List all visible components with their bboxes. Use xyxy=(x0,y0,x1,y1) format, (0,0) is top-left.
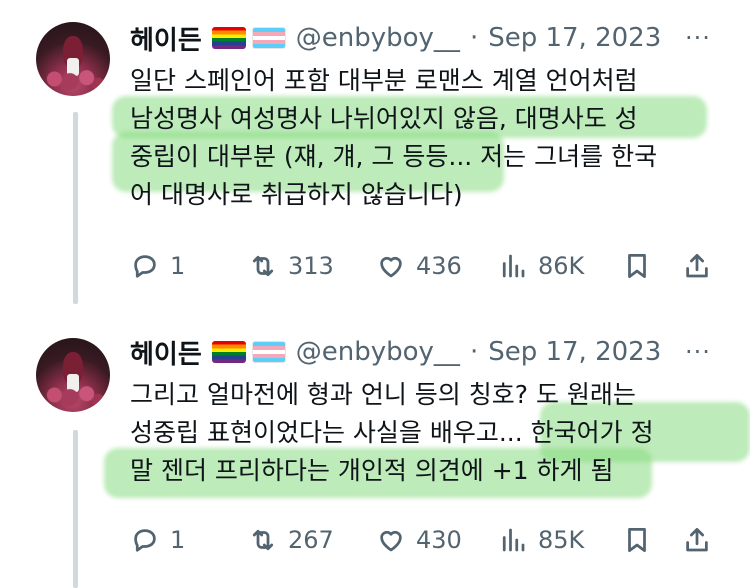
bookmark-icon xyxy=(628,254,646,278)
like-icon xyxy=(380,530,402,552)
bookmark-button[interactable] xyxy=(622,520,652,560)
share-button[interactable] xyxy=(682,520,712,560)
avatar[interactable] xyxy=(36,338,110,412)
retweet-count: 313 xyxy=(288,252,334,280)
views-icon xyxy=(502,254,525,278)
thread-connector xyxy=(73,112,78,304)
tweet-header: 헤이든 @enbyboy__ · Sep 17, 2023 xyxy=(130,18,661,58)
views-button[interactable]: 86K xyxy=(498,246,584,286)
bookmark-button[interactable] xyxy=(622,246,652,286)
pride-flag-icon xyxy=(211,341,246,363)
like-icon xyxy=(380,256,402,278)
trans-flag-icon xyxy=(251,341,286,363)
more-icon[interactable]: ··· xyxy=(678,332,718,372)
like-count: 430 xyxy=(416,526,462,554)
trans-flag-icon xyxy=(251,27,286,49)
tweet-text-line: 성중립 표현이었다는 사실을 배우고... 한국어가 정 xyxy=(130,418,654,447)
profile-flags xyxy=(211,27,286,49)
like-count: 436 xyxy=(416,252,462,280)
avatar[interactable] xyxy=(36,22,110,96)
share-icon xyxy=(686,528,708,552)
profile-flags xyxy=(211,341,286,363)
views-button[interactable]: 85K xyxy=(498,520,584,560)
separator-dot: · xyxy=(469,23,479,53)
views-count: 85K xyxy=(538,526,585,554)
more-icon[interactable]: ··· xyxy=(678,18,718,58)
tweet-text-line: 그리고 얼마전에 형과 언니 등의 칭호? 도 원래는 xyxy=(130,380,636,409)
action-bar: 1 313 436 86K xyxy=(130,246,720,286)
retweet-button[interactable]: 313 xyxy=(248,246,334,286)
tweet-text-line: 어 대명사로 취급하지 않습니다) xyxy=(130,180,463,209)
retweet-count: 267 xyxy=(288,526,334,554)
views-count: 86K xyxy=(538,252,585,280)
author-handle[interactable]: @enbyboy__ xyxy=(296,337,460,367)
retweet-button[interactable]: 267 xyxy=(248,520,334,560)
views-icon xyxy=(502,528,525,552)
reply-icon xyxy=(134,255,156,278)
author-name[interactable]: 헤이든 xyxy=(130,334,202,371)
tweet-text-line: 말 젠더 프리하다는 개인적 의견에 +1 하게 됨 xyxy=(130,456,614,485)
reply-count: 1 xyxy=(170,526,186,554)
tweet-date[interactable]: Sep 17, 2023 xyxy=(488,337,661,367)
action-bar: 1 267 430 85K xyxy=(130,520,720,560)
like-button[interactable]: 430 xyxy=(376,520,462,560)
reply-count: 1 xyxy=(170,252,186,280)
reply-button[interactable]: 1 xyxy=(130,520,185,560)
retweet-icon xyxy=(252,255,274,277)
pride-flag-icon xyxy=(211,27,246,49)
author-handle[interactable]: @enbyboy__ xyxy=(296,23,460,53)
like-button[interactable]: 436 xyxy=(376,246,462,286)
separator-dot: · xyxy=(469,337,479,367)
tweet-text-line: 남성명사 여성명사 나뉘어있지 않음, 대명사도 성 xyxy=(130,104,638,133)
reply-icon xyxy=(134,529,156,552)
tweet-text-line: 중립이 대부분 (쟤, 걔, 그 등등... 저는 그녀를 한국 xyxy=(130,142,658,171)
retweet-icon xyxy=(252,529,274,551)
tweet-body: 일단 스페인어 포함 대부분 로맨스 계열 언어처럼 남성명사 여성명사 나뉘어… xyxy=(130,62,730,214)
reply-button[interactable]: 1 xyxy=(130,246,185,286)
tweet-date[interactable]: Sep 17, 2023 xyxy=(488,23,661,53)
share-button[interactable] xyxy=(682,246,712,286)
tweet-header: 헤이든 @enbyboy__ · Sep 17, 2023 xyxy=(130,332,661,372)
tweet-text-line: 일단 스페인어 포함 대부분 로맨스 계열 언어처럼 xyxy=(130,66,638,95)
share-icon xyxy=(686,254,708,278)
author-name[interactable]: 헤이든 xyxy=(130,20,202,57)
thread-connector xyxy=(73,430,78,588)
tweet-body: 그리고 얼마전에 형과 언니 등의 칭호? 도 원래는 성중립 표현이었다는 사… xyxy=(130,376,730,490)
bookmark-icon xyxy=(628,528,646,552)
